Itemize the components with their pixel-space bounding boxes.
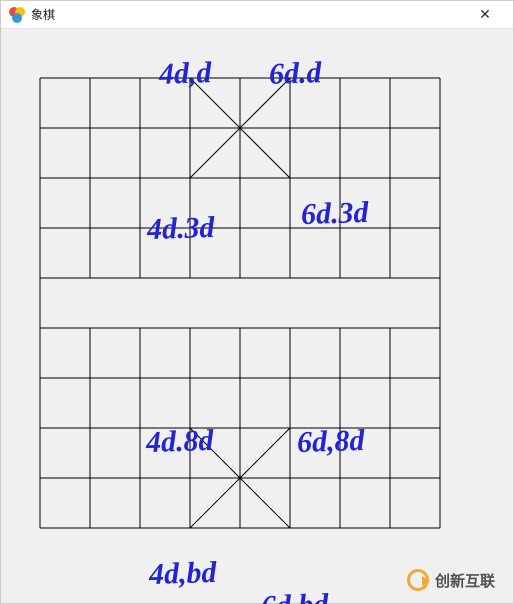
- titlebar: 象棋 ✕: [1, 1, 513, 29]
- app-icon: [9, 7, 25, 23]
- watermark-text: 创新互联: [435, 570, 495, 591]
- handwritten-note: 4d,bd: [148, 558, 217, 590]
- watermark-logo-icon: [407, 569, 429, 591]
- window-title: 象棋: [31, 6, 465, 23]
- close-button[interactable]: ✕: [465, 6, 505, 23]
- app-window: 象棋 ✕ 4d,d6d.d4d.3d6d.3d4d.8d6d,8d4d,bd6d…: [0, 0, 514, 604]
- handwritten-note: 6d,bd: [260, 590, 329, 604]
- client-area: 4d,d6d.d4d.3d6d.3d4d.8d6d,8d4d,bd6d,bd 创…: [1, 29, 513, 603]
- watermark: 创新互联: [407, 569, 495, 591]
- xiangqi-board: [39, 77, 441, 529]
